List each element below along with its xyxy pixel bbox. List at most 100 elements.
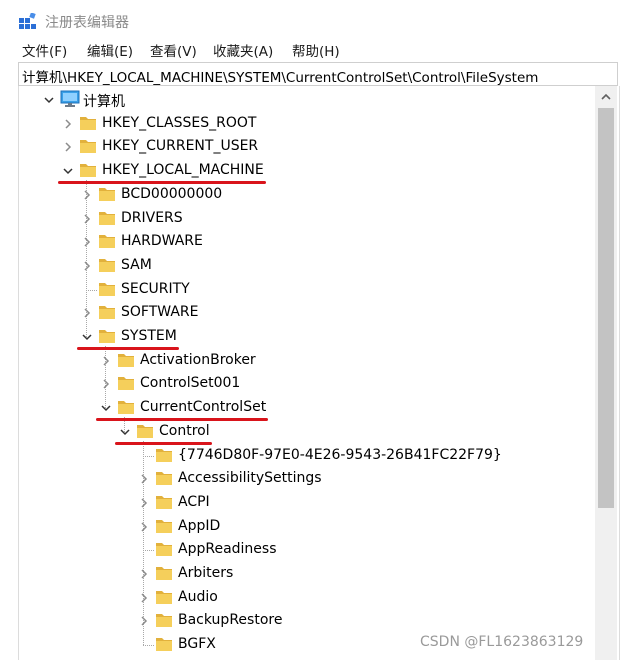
tree-node-arbiters[interactable]: Arbiters xyxy=(19,563,589,585)
tree-node-control[interactable]: Control xyxy=(19,421,589,443)
tree-node-label[interactable]: ActivationBroker xyxy=(140,352,256,368)
tree-node-activationbroker[interactable]: ActivationBroker xyxy=(19,350,589,372)
folder-icon xyxy=(99,258,115,272)
tree-node-label[interactable]: Control xyxy=(159,423,210,439)
tree-node-security[interactable]: SECURITY xyxy=(19,279,589,301)
tree-node-label[interactable]: ACPI xyxy=(178,494,210,510)
tree-node-appid[interactable]: AppID xyxy=(19,516,589,538)
tree-node-label[interactable]: Arbiters xyxy=(178,565,233,581)
tree-node-appreadiness[interactable]: AppReadiness xyxy=(19,539,589,561)
computer-icon xyxy=(60,90,80,107)
registry-tree[interactable]: 计算机 HKEY_CLASSES_ROOT HKEY_CURRENT_USER HKE… xyxy=(18,86,620,660)
tree-node-label[interactable]: CurrentControlSet xyxy=(140,399,266,415)
folder-icon xyxy=(118,401,134,415)
tree-node-audio[interactable]: Audio xyxy=(19,587,589,609)
tree-node-label[interactable]: BackupRestore xyxy=(178,612,282,628)
folder-icon xyxy=(99,306,115,320)
tree-node-drivers[interactable]: DRIVERS xyxy=(19,208,589,230)
tree-node-system[interactable]: SYSTEM xyxy=(19,326,589,348)
chevron-right-icon[interactable] xyxy=(136,566,152,582)
tree-node-accessibilitysettings[interactable]: AccessibilitySettings xyxy=(19,468,589,490)
chevron-right-icon[interactable] xyxy=(79,234,95,250)
folder-icon xyxy=(99,211,115,225)
folder-icon xyxy=(99,330,115,343)
tree-node-label[interactable]: BGFX xyxy=(178,636,216,652)
chevron-right-icon[interactable] xyxy=(79,258,95,274)
tree-node-label[interactable]: HKEY_LOCAL_MACHINE xyxy=(102,162,264,178)
folder-icon xyxy=(156,472,172,486)
tree-node-label[interactable]: SECURITY xyxy=(121,281,190,297)
menu-view[interactable]: 查看(V) xyxy=(150,40,197,60)
tree-node-backuprestore[interactable]: BackupRestore xyxy=(19,610,589,632)
tree-node-label[interactable]: SAM xyxy=(121,257,152,273)
chevron-right-icon[interactable] xyxy=(136,590,152,606)
scroll-thumb[interactable] xyxy=(598,108,614,508)
menu-bar: 文件(F) 编辑(E) 查看(V) 收藏夹(A) 帮助(H) xyxy=(0,36,626,60)
tree-node-label[interactable]: SYSTEM xyxy=(121,328,177,344)
tree-node-label[interactable]: {7746D80F-97E0-4E26-9543-26B41FC22F79} xyxy=(178,447,502,463)
tree-node-hkey-local-machine[interactable]: HKEY_LOCAL_MACHINE xyxy=(19,160,589,182)
tree-node-hardware[interactable]: HARDWARE xyxy=(19,231,589,253)
chevron-down-icon[interactable] xyxy=(79,329,95,345)
tree-leaf-connector xyxy=(86,289,97,291)
window-title: 注册表编辑器 xyxy=(45,15,129,31)
tree-node-sam[interactable]: SAM xyxy=(19,255,589,277)
tree-node-acpi[interactable]: ACPI xyxy=(19,492,589,514)
chevron-down-icon[interactable] xyxy=(41,92,57,108)
chevron-right-icon[interactable] xyxy=(98,353,114,369)
tree-node-controlset001[interactable]: ControlSet001 xyxy=(19,373,589,395)
watermark: CSDN @FL1623863129 xyxy=(420,634,584,650)
menu-help[interactable]: 帮助(H) xyxy=(292,40,340,60)
tree-node-label[interactable]: ControlSet001 xyxy=(140,375,240,391)
tree-node-label[interactable]: DRIVERS xyxy=(121,210,183,226)
tree-node-label[interactable]: SOFTWARE xyxy=(121,304,199,320)
chevron-right-icon[interactable] xyxy=(79,187,95,203)
chevron-right-icon[interactable] xyxy=(136,519,152,535)
chevron-down-icon[interactable] xyxy=(98,400,114,416)
tree-node-label[interactable]: AccessibilitySettings xyxy=(178,470,322,486)
tree-node-currentcontrolset[interactable]: CurrentControlSet xyxy=(19,397,589,419)
address-bar[interactable]: 计算机\HKEY_LOCAL_MACHINE\SYSTEM\CurrentCon… xyxy=(18,62,618,86)
tree-node-7746d80f-97e0-4e26-9543-26b41fc22f79[interactable]: {7746D80F-97E0-4E26-9543-26B41FC22F79} xyxy=(19,445,589,467)
tree-node-label[interactable]: AppReadiness xyxy=(178,541,277,557)
folder-icon xyxy=(80,140,96,154)
title-bar: 注册表编辑器 xyxy=(0,0,626,36)
address-path[interactable]: 计算机\HKEY_LOCAL_MACHINE\SYSTEM\CurrentCon… xyxy=(22,66,538,86)
chevron-right-icon[interactable] xyxy=(79,211,95,227)
tree-node-node[interactable]: 计算机 xyxy=(19,89,589,111)
tree-leaf-connector xyxy=(143,645,154,647)
tree-node-label[interactable]: HKEY_CURRENT_USER xyxy=(102,138,258,154)
chevron-right-icon[interactable] xyxy=(136,495,152,511)
tree-node-bcd00000000[interactable]: BCD00000000 xyxy=(19,184,589,206)
vertical-scrollbar[interactable] xyxy=(595,86,617,660)
chevron-right-icon[interactable] xyxy=(136,613,152,629)
highlight-underline xyxy=(58,181,266,185)
folder-icon xyxy=(137,424,153,438)
chevron-down-icon[interactable] xyxy=(117,424,133,440)
tree-node-label[interactable]: BCD00000000 xyxy=(121,186,222,202)
folder-icon xyxy=(99,282,115,296)
menu-file[interactable]: 文件(F) xyxy=(22,40,67,60)
menu-edit[interactable]: 编辑(E) xyxy=(87,40,133,60)
scroll-up-arrow-icon[interactable] xyxy=(595,86,617,108)
chevron-right-icon[interactable] xyxy=(60,139,76,155)
chevron-right-icon[interactable] xyxy=(60,116,76,132)
tree-node-label[interactable]: HARDWARE xyxy=(121,233,203,249)
highlight-underline xyxy=(96,418,268,422)
menu-favorites[interactable]: 收藏夹(A) xyxy=(213,40,273,60)
chevron-right-icon[interactable] xyxy=(136,471,152,487)
tree-node-hkey-classes-root[interactable]: HKEY_CLASSES_ROOT xyxy=(19,113,589,135)
tree-node-software[interactable]: SOFTWARE xyxy=(19,302,589,324)
tree-node-hkey-current-user[interactable]: HKEY_CURRENT_USER xyxy=(19,136,589,158)
tree-leaf-connector xyxy=(143,550,154,552)
folder-icon xyxy=(118,377,134,391)
folder-icon xyxy=(156,590,172,604)
tree-node-label[interactable]: HKEY_CLASSES_ROOT xyxy=(102,115,256,131)
tree-node-label[interactable]: Audio xyxy=(178,589,218,605)
tree-node-label[interactable]: 计算机 xyxy=(83,91,125,111)
chevron-down-icon[interactable] xyxy=(60,163,76,179)
tree-leaf-connector xyxy=(143,455,154,457)
chevron-right-icon[interactable] xyxy=(79,305,95,321)
chevron-right-icon[interactable] xyxy=(98,376,114,392)
tree-node-label[interactable]: AppID xyxy=(178,518,220,534)
